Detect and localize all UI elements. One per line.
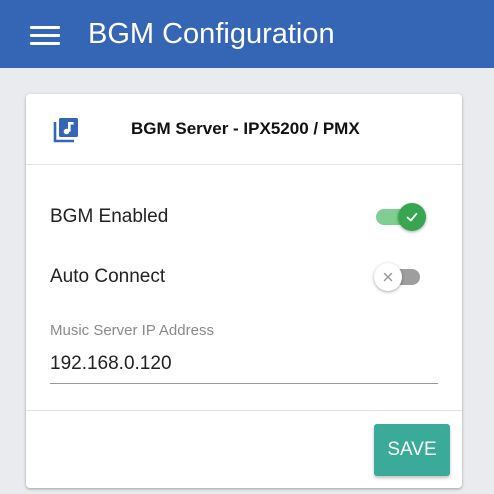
close-icon	[383, 272, 393, 282]
bgm-server-card: BGM Server - IPX5200 / PMX BGM Enabled A…	[26, 94, 462, 488]
toggle-thumb	[374, 263, 402, 291]
ip-address-input[interactable]	[50, 344, 438, 384]
app-title: BGM Configuration	[88, 18, 335, 50]
card-header: BGM Server - IPX5200 / PMX	[26, 94, 462, 165]
bgm-enabled-toggle[interactable]	[376, 202, 426, 232]
auto-connect-label: Auto Connect	[50, 266, 166, 287]
music-library-icon	[53, 118, 78, 143]
ip-address-label: Music Server IP Address	[50, 322, 214, 339]
save-button[interactable]: SAVE	[374, 424, 450, 476]
hamburger-menu-icon	[30, 26, 60, 29]
bgm-enabled-label: BGM Enabled	[50, 206, 169, 227]
menu-button[interactable]	[30, 24, 60, 46]
card-title: BGM Server - IPX5200 / PMX	[131, 119, 360, 138]
app-bar: BGM Configuration	[0, 0, 494, 68]
actions-divider	[26, 410, 462, 411]
check-icon	[406, 212, 418, 222]
toggle-thumb	[398, 203, 426, 231]
auto-connect-toggle[interactable]	[374, 262, 426, 292]
